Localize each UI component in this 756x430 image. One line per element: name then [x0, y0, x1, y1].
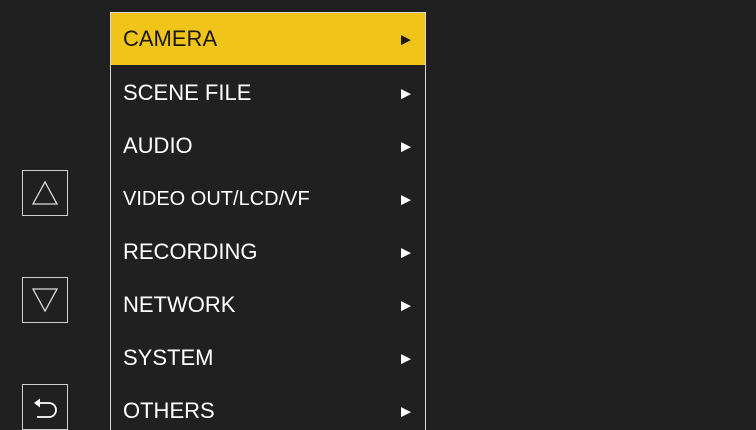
camera-menu-screen: CAMERA ▶ SCENE FILE ▶ AUDIO ▶ VIDEO OUT/… [0, 0, 756, 430]
up-triangle-icon [31, 180, 59, 205]
scroll-down-button[interactable] [22, 277, 68, 323]
menu-item-label: NETWORK [123, 292, 236, 317]
menu-item-system[interactable]: SYSTEM ▶ [111, 332, 425, 384]
menu-item-others[interactable]: OTHERS ▶ [111, 385, 425, 430]
menu-item-camera[interactable]: CAMERA ▶ [111, 13, 425, 65]
submenu-arrow-icon: ▶ [401, 350, 411, 366]
menu-item-scene-file[interactable]: SCENE FILE ▶ [111, 67, 425, 119]
submenu-arrow-icon: ▶ [401, 244, 411, 260]
submenu-arrow-icon: ▶ [401, 85, 411, 101]
submenu-arrow-icon: ▶ [401, 403, 411, 419]
submenu-arrow-icon: ▶ [401, 297, 411, 313]
menu-item-label: SCENE FILE [123, 80, 252, 105]
scroll-up-button[interactable] [22, 170, 68, 216]
submenu-arrow-icon: ▶ [401, 31, 411, 47]
menu-item-audio[interactable]: AUDIO ▶ [111, 120, 425, 172]
menu-item-network[interactable]: NETWORK ▶ [111, 279, 425, 331]
menu-item-video-out-lcd-vf[interactable]: VIDEO OUT/LCD/VF ▶ [111, 173, 425, 225]
main-menu: CAMERA ▶ SCENE FILE ▶ AUDIO ▶ VIDEO OUT/… [110, 12, 426, 430]
menu-item-label: AUDIO [123, 133, 193, 158]
back-button[interactable] [22, 384, 68, 430]
menu-item-label: CAMERA [123, 26, 218, 51]
down-triangle-icon [31, 288, 59, 313]
menu-item-label: VIDEO OUT/LCD/VF [123, 187, 310, 210]
menu-item-recording[interactable]: RECORDING ▶ [111, 226, 425, 278]
menu-item-label: SYSTEM [123, 345, 214, 370]
menu-item-label: OTHERS [123, 398, 215, 423]
submenu-arrow-icon: ▶ [401, 191, 411, 207]
return-arrow-icon [34, 398, 57, 418]
menu-item-label: RECORDING [123, 239, 258, 264]
submenu-arrow-icon: ▶ [401, 138, 411, 154]
